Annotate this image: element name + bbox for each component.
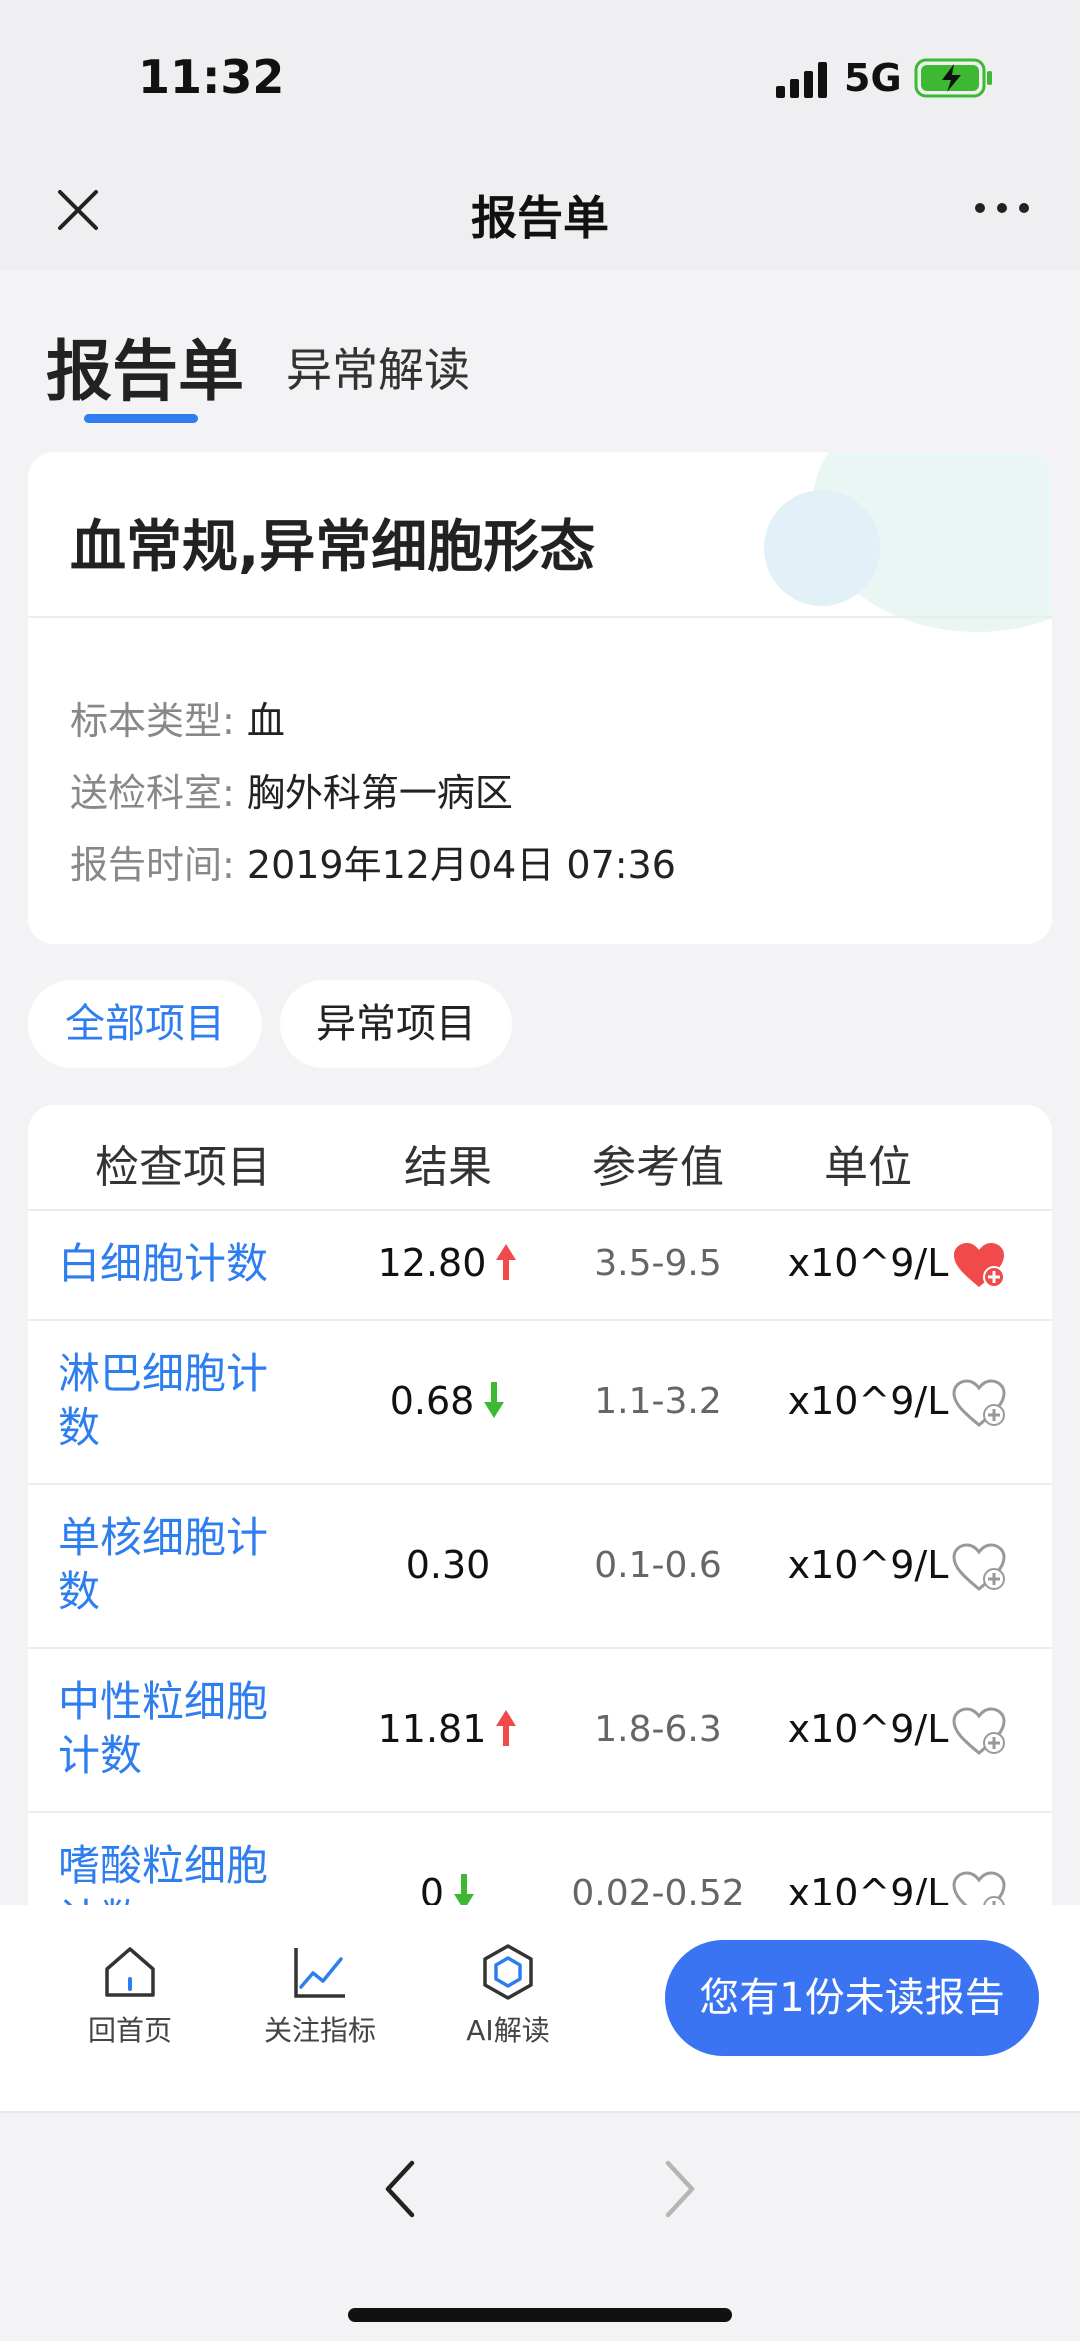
heart-add-icon[interactable]: [952, 1543, 1006, 1593]
heart-add-icon[interactable]: [952, 1707, 1006, 1757]
header-unit: 单位: [824, 1142, 912, 1193]
heart-add-icon[interactable]: [952, 1379, 1006, 1429]
ai-hexagon-icon: [483, 1944, 533, 2000]
divider: [28, 616, 1052, 618]
trend-chart-icon: [294, 1948, 345, 1998]
back-arrow-icon[interactable]: [380, 2157, 420, 2221]
result-value: 12.80: [377, 1241, 487, 1285]
home-icon: [105, 1947, 155, 1997]
department-label: 送检科室:: [70, 771, 235, 815]
item-name[interactable]: 白细胞计数: [58, 1237, 308, 1291]
tab-report[interactable]: 报告单: [46, 318, 244, 414]
table-row[interactable]: 中性粒细胞计数 11.81 1.8-6.3 x10^9/L: [28, 1649, 1052, 1813]
browser-navigation: [0, 2113, 1080, 2341]
home-button[interactable]: 回首页: [60, 1943, 200, 2049]
table-header: 检查项目 结果 参考值 单位: [28, 1105, 1052, 1211]
arrow-up-icon: [496, 1244, 517, 1280]
tab-active-indicator: [84, 414, 198, 423]
specimen-value: 血: [246, 699, 285, 743]
status-bar: 11:32 5G: [0, 0, 1080, 160]
table-row[interactable]: 白细胞计数 12.80 3.5-9.5 x10^9/L: [28, 1211, 1052, 1321]
follow-indicators-button[interactable]: 关注指标: [250, 1943, 390, 2049]
battery-charging-icon: [914, 58, 992, 98]
network-label: 5G: [844, 56, 902, 100]
item-name[interactable]: 单核细胞计数: [58, 1511, 308, 1619]
home-indicator: [348, 2308, 732, 2322]
filter-abnormal-items[interactable]: 异常项目: [280, 980, 512, 1068]
item-name[interactable]: 淋巴细胞计数: [58, 1347, 308, 1455]
unread-reports-button[interactable]: 您有1份未读报告: [665, 1940, 1039, 2056]
report-time-value: 2019年12月04日 07:36: [246, 843, 676, 887]
status-time: 11:32: [138, 50, 285, 104]
department-value: 胸外科第一病区: [246, 771, 513, 815]
result-value: 0.68: [389, 1379, 475, 1423]
report-time-row: 报告时间: 2019年12月04日 07:36: [70, 834, 676, 889]
ai-interpretation-button[interactable]: AI解读: [438, 1943, 578, 2049]
heart-followed-icon[interactable]: [952, 1241, 1006, 1291]
ai-interpretation-label: AI解读: [466, 2014, 550, 2047]
report-title: 血常规,异常细胞形态: [70, 515, 596, 580]
department-row: 送检科室: 胸外科第一病区: [70, 762, 513, 817]
table-row[interactable]: 单核细胞计数 0.30 0.1-0.6 x10^9/L: [28, 1485, 1052, 1649]
header-item: 检查项目: [95, 1142, 271, 1193]
specimen-row: 标本类型: 血: [70, 690, 285, 745]
bottom-toolbar: 回首页 关注指标 AI解读 您有1份未读报告: [0, 1905, 1080, 2113]
arrow-down-icon: [484, 1382, 505, 1418]
specimen-label: 标本类型:: [70, 699, 235, 743]
report-info-card: 血常规,异常细胞形态 标本类型: 血 送检科室: 胸外科第一病区 报告时间: 2…: [28, 452, 1052, 944]
table-row[interactable]: 淋巴细胞计数 0.68 1.1-3.2 x10^9/L: [28, 1321, 1052, 1485]
result-value: 0.30: [405, 1543, 491, 1587]
follow-indicators-label: 关注指标: [263, 2014, 376, 2047]
arrow-up-icon: [496, 1710, 517, 1746]
more-options-icon[interactable]: [970, 188, 1034, 228]
nav-title: 报告单: [471, 191, 609, 245]
home-label: 回首页: [87, 2014, 172, 2047]
item-name[interactable]: 中性粒细胞计数: [58, 1675, 308, 1783]
tab-abnormal-interpretation[interactable]: 异常解读: [286, 334, 470, 400]
results-table: 检查项目 结果 参考值 单位 白细胞计数 12.80 3.5-9.5 x10^9…: [28, 1105, 1052, 1925]
nav-bar: 报告单: [0, 160, 1080, 270]
signal-icon: [776, 62, 827, 98]
card-decoration: [764, 490, 880, 606]
forward-arrow-icon[interactable]: [660, 2157, 700, 2221]
filter-all-items[interactable]: 全部项目: [28, 980, 262, 1068]
report-time-label: 报告时间:: [70, 843, 235, 887]
result-value: 11.81: [377, 1707, 487, 1751]
